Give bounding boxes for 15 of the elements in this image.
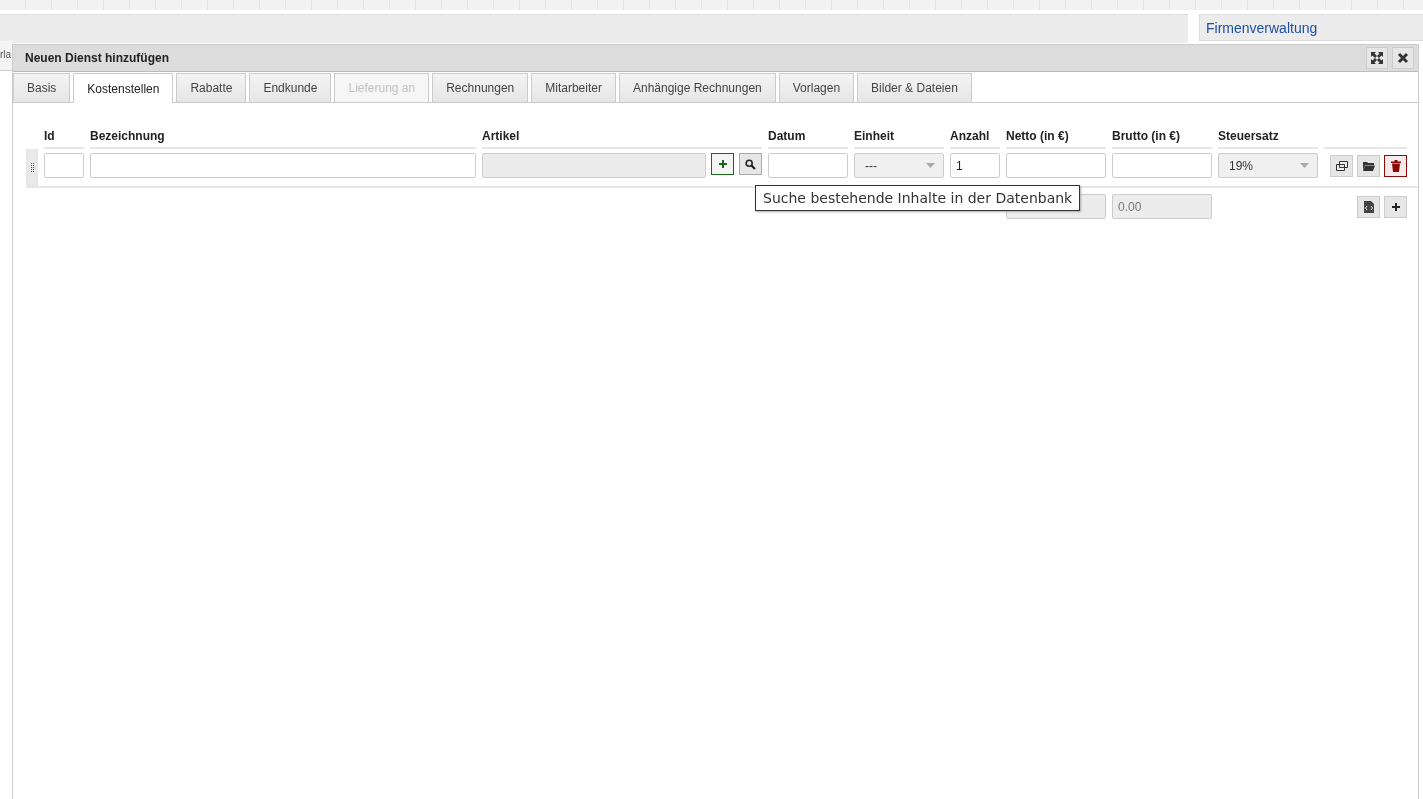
dropdown-value: --- <box>865 158 877 173</box>
column-header: Id <box>44 129 84 149</box>
column-header: Netto (in €) <box>1006 129 1106 149</box>
column-header: Einheit <box>854 129 944 149</box>
column-header: Brutto (in €) <box>1112 129 1212 149</box>
panel-title: Firmenverwaltung <box>1206 20 1318 36</box>
column-header: Datum <box>768 129 848 149</box>
column-header: Steuersatz <box>1218 129 1318 149</box>
column-header: Artikel <box>482 129 762 149</box>
column-header: Anzahl <box>950 129 1000 149</box>
dropdown-value: 19% <box>1229 158 1254 173</box>
column-header: Bezeichnung <box>90 129 476 149</box>
gross-total-field: 0.00 <box>1112 194 1212 219</box>
dialog-title: Neuen Dienst hinzufügen <box>25 51 169 65</box>
tooltip: Suche bestehende Inhalte in der Datenbank <box>755 185 1081 211</box>
